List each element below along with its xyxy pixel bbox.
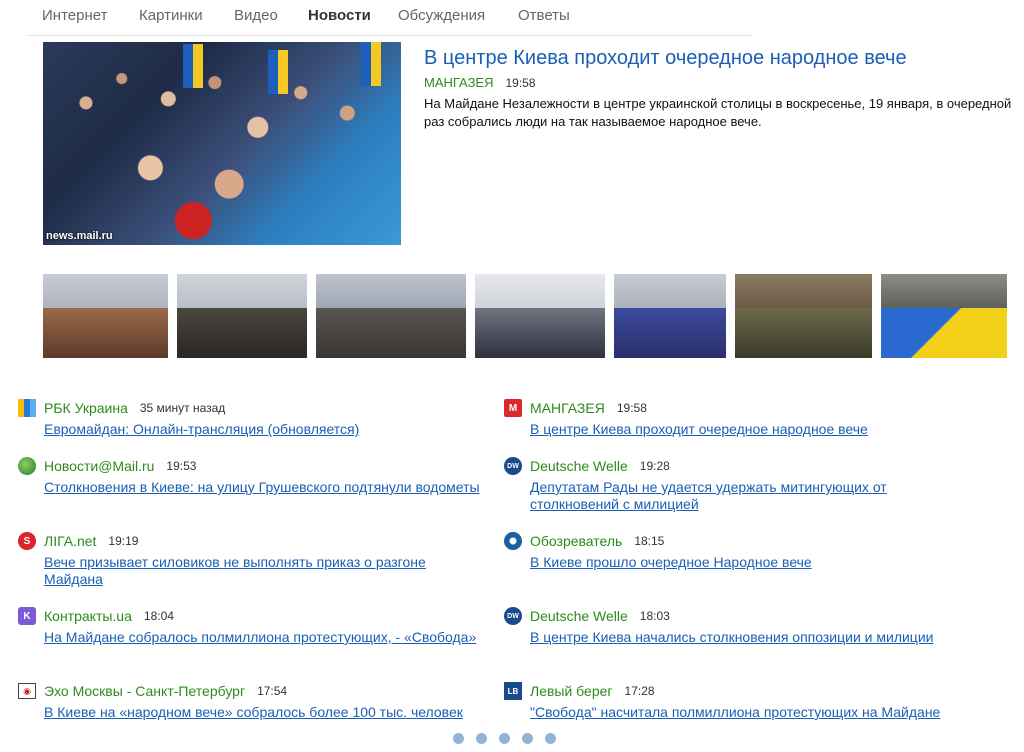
news-time: 19:58 xyxy=(616,401,647,415)
tab-news[interactable]: Новости xyxy=(308,7,371,24)
thumbnail-6[interactable] xyxy=(735,274,872,358)
news-source[interactable]: Обозреватель xyxy=(530,533,622,549)
thumbnail-2[interactable] xyxy=(177,274,307,358)
tab-answers[interactable]: Ответы xyxy=(518,7,570,24)
obozrevatel-icon xyxy=(504,532,522,550)
dw-icon: DW xyxy=(504,607,522,625)
news-link[interactable]: В Киеве на «народном вече» собралось бол… xyxy=(44,704,488,721)
flag-yellow xyxy=(193,44,203,88)
flag-blue xyxy=(183,44,193,88)
news-source[interactable]: Новости@Mail.ru xyxy=(44,458,154,474)
lead-meta: МАНГАЗЕЯ 19:58 xyxy=(424,75,536,90)
lead-time: 19:58 xyxy=(505,76,536,90)
news-item: K Контракты.ua 18:04 На Майдане собралось … xyxy=(18,606,488,646)
kontrakty-icon: K xyxy=(18,607,36,625)
news-link[interactable]: Депутатам Рады не удается удержать митин… xyxy=(530,479,974,513)
pagination-dots xyxy=(453,733,556,744)
news-item: ◉ Эхо Москвы - Санкт-Петербург 17:54 В Кие… xyxy=(18,681,488,721)
flag-blue xyxy=(361,42,371,86)
page-dot-2[interactable] xyxy=(476,733,487,744)
news-item: DW Deutsche Welle 19:28 Депутатам Рады не … xyxy=(504,456,974,513)
news-item: Обозреватель 18:15 В Киеве прошло очередн… xyxy=(504,531,974,571)
news-source[interactable]: МАНГАЗЕЯ xyxy=(530,400,605,416)
news-time: 19:53 xyxy=(166,459,197,473)
thumb-sky xyxy=(475,274,605,308)
news-item: M МАНГАЗЕЯ 19:58 В центре Киева проходит о… xyxy=(504,398,974,438)
thumbnail-1[interactable] xyxy=(43,274,168,358)
thumb-crowd xyxy=(177,307,307,358)
thumb-sky xyxy=(881,274,1007,308)
crowd-image xyxy=(43,42,401,245)
tab-internet[interactable]: Интернет xyxy=(42,7,107,24)
news-time: 17:28 xyxy=(624,684,655,698)
news-time: 18:04 xyxy=(143,609,174,623)
echo-icon: ◉ xyxy=(18,683,36,699)
news-source[interactable]: Контракты.ua xyxy=(44,608,132,624)
tab-discussions[interactable]: Обсуждения xyxy=(398,7,485,24)
thumb-crowd xyxy=(475,307,605,358)
thumbnail-7[interactable] xyxy=(881,274,1007,358)
thumbnail-3[interactable] xyxy=(316,274,466,358)
thumb-crowd xyxy=(43,307,168,358)
news-item: DW Deutsche Welle 18:03 В центре Киева нач… xyxy=(504,606,974,646)
page-dot-3[interactable] xyxy=(499,733,510,744)
thumb-crowd xyxy=(316,307,466,358)
thumb-sky xyxy=(614,274,726,308)
lead-photo[interactable]: news.mail.ru xyxy=(43,42,401,245)
thumb-crowd xyxy=(735,307,872,358)
lead-source[interactable]: МАНГАЗЕЯ xyxy=(424,75,494,90)
dw-icon: DW xyxy=(504,457,522,475)
news-link[interactable]: Вече призывает силовиков не выполнять пр… xyxy=(44,554,488,588)
news-link[interactable]: На Майдане собралось полмиллиона протест… xyxy=(44,629,488,646)
news-link[interactable]: Столкновения в Киеве: на улицу Грушевско… xyxy=(44,479,488,496)
tabs-divider xyxy=(28,35,753,36)
thumb-sky xyxy=(43,274,168,308)
thumb-crowd xyxy=(614,307,726,358)
news-source[interactable]: Левый берег xyxy=(530,683,613,699)
thumb-sky xyxy=(177,274,307,308)
news-time: 19:19 xyxy=(108,534,139,548)
thumb-flag xyxy=(881,307,1007,358)
page-dot-1[interactable] xyxy=(453,733,464,744)
news-source[interactable]: Deutsche Welle xyxy=(530,458,628,474)
rbc-icon xyxy=(18,399,36,417)
thumbnail-4[interactable] xyxy=(475,274,605,358)
tab-video[interactable]: Видео xyxy=(234,7,278,24)
news-item: Новости@Mail.ru 19:53 Столкновения в Киев… xyxy=(18,456,488,496)
news-time: 18:03 xyxy=(639,609,670,623)
news-source[interactable]: Эхо Москвы - Санкт-Петербург xyxy=(44,683,245,699)
news-source[interactable]: Deutsche Welle xyxy=(530,608,628,624)
thumb-sky xyxy=(316,274,466,308)
news-time: 35 минут назад xyxy=(139,401,226,415)
thumb-sky xyxy=(735,274,872,308)
news-time: 17:54 xyxy=(257,684,288,698)
thumbnail-5[interactable] xyxy=(614,274,726,358)
news-item: LB Левый берег 17:28 "Свобода" насчитала п… xyxy=(504,681,974,721)
news-link[interactable]: В Киеве прошло очередное Народное вече xyxy=(530,554,974,571)
news-time: 18:15 xyxy=(634,534,665,548)
lb-icon: LB xyxy=(504,682,522,700)
page-dot-5[interactable] xyxy=(545,733,556,744)
search-tabs: Интернет Картинки Видео Новости Обсужден… xyxy=(0,0,1024,34)
news-source[interactable]: РБК Украина xyxy=(44,400,128,416)
news-item: S ЛIГА.net 19:19 Вече призывает силовиков … xyxy=(18,531,488,588)
news-link[interactable]: Евромайдан: Онлайн-трансляция (обновляет… xyxy=(44,421,488,438)
tab-images[interactable]: Картинки xyxy=(139,7,203,24)
mangazeya-icon: M xyxy=(504,399,522,417)
page-dot-4[interactable] xyxy=(522,733,533,744)
mailru-icon xyxy=(18,457,36,475)
lead-summary: На Майдане Незалежности в центре украинс… xyxy=(424,96,1012,129)
news-link[interactable]: "Свобода" насчитала полмиллиона протесту… xyxy=(530,704,974,721)
news-link[interactable]: В центре Киева проходит очередное народн… xyxy=(530,421,974,438)
news-source[interactable]: ЛIГА.net xyxy=(44,533,96,549)
photo-credit: news.mail.ru xyxy=(46,230,113,242)
news-item: РБК Украина 35 минут назад Евромайдан: Он… xyxy=(18,398,488,438)
flag-yellow xyxy=(371,42,381,86)
news-time: 19:28 xyxy=(639,459,670,473)
liga-icon: S xyxy=(18,532,36,550)
flag-yellow xyxy=(278,50,288,94)
news-link[interactable]: В центре Киева начались столкновения опп… xyxy=(530,629,974,646)
lead-headline[interactable]: В центре Киева проходит очередное народн… xyxy=(424,47,907,70)
flag-blue xyxy=(268,50,278,94)
